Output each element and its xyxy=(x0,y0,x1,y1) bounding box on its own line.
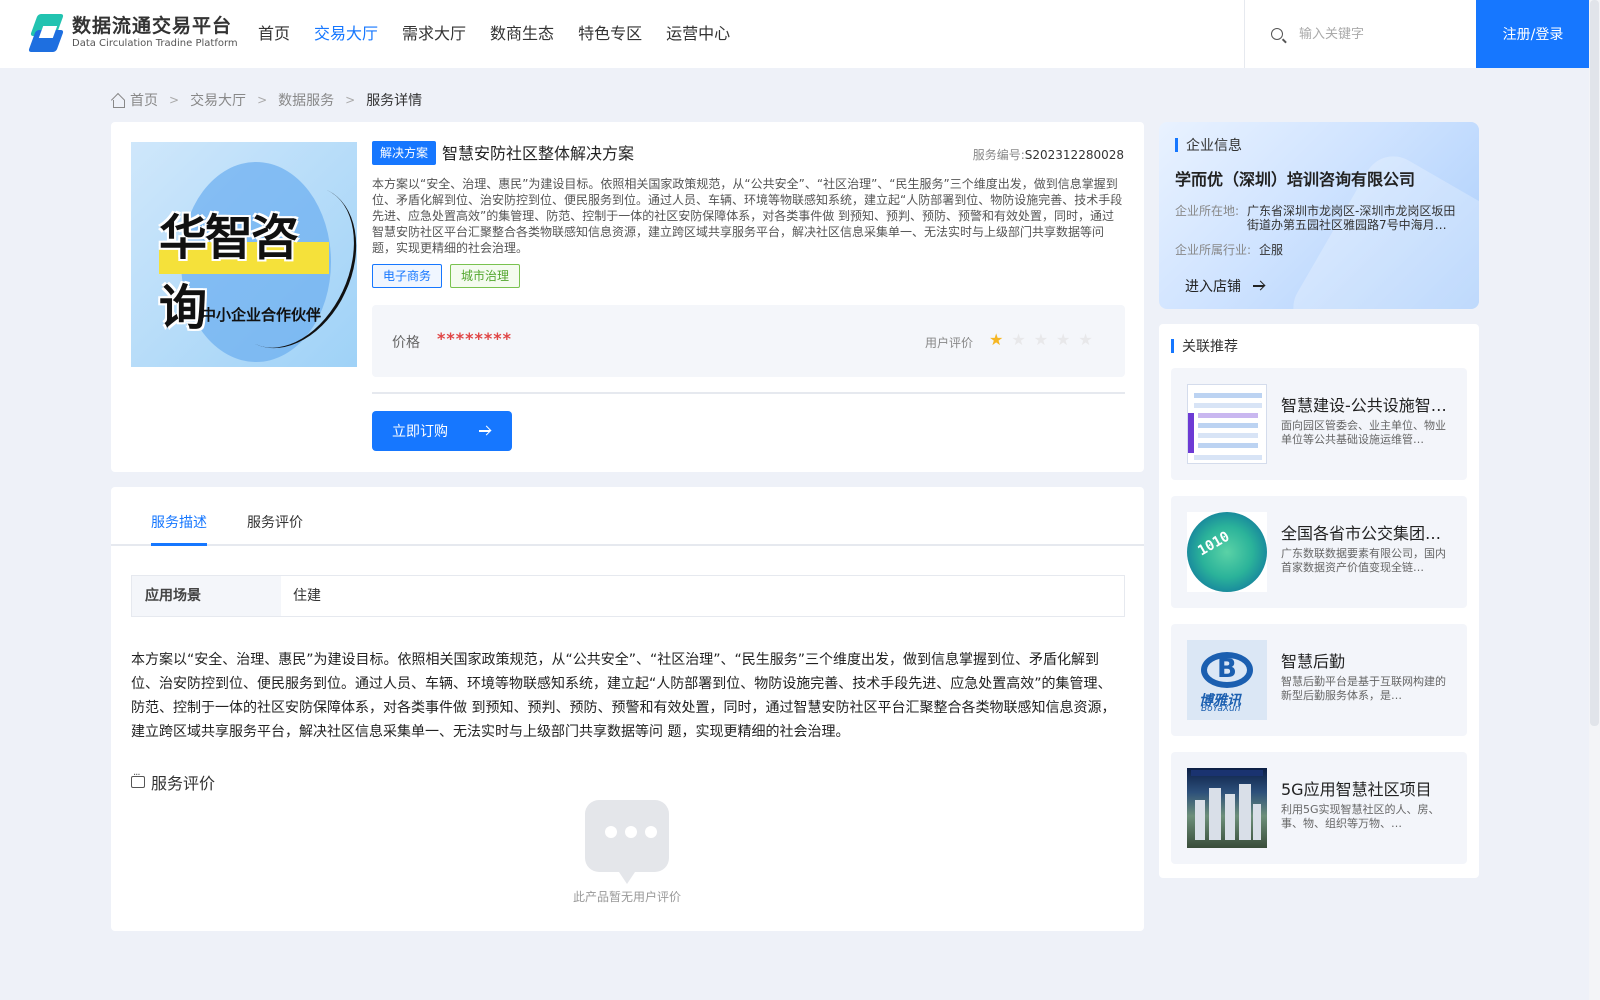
search-icon[interactable] xyxy=(1271,28,1283,40)
company-location-label: 企业所在地: xyxy=(1175,204,1240,218)
active-tab-indicator xyxy=(151,543,207,546)
breadcrumb: 首页 > 交易大厅 > 数据服务 > 服务详情 xyxy=(111,90,422,110)
comment-icon xyxy=(131,770,145,788)
price-value: ******** xyxy=(437,329,512,348)
rating-stars: ★ ★ ★ ★ ★ xyxy=(989,331,1101,349)
nav-item-demand-hall[interactable]: 需求大厅 xyxy=(402,22,466,46)
divider xyxy=(372,392,1125,394)
tag-ecommerce[interactable]: 电子商务 xyxy=(372,264,443,288)
enter-shop-link[interactable]: 进入店铺 xyxy=(1185,276,1264,296)
price-panel: 价格 ******** 用户评价 ★ ★ ★ ★ ★ xyxy=(372,305,1125,377)
star-icon: ★ xyxy=(1011,330,1026,349)
related-recommendations: 关联推荐 智慧建设-公共设施智… 面向园区管委会、业主单位、物业单位等公共基础设… xyxy=(1159,324,1479,878)
star-icon: ★ xyxy=(1033,330,1049,349)
detail-tabs: 服务描述 服务评价 xyxy=(111,487,1144,546)
empty-comment-icon xyxy=(585,800,669,884)
enter-shop-label: 进入店铺 xyxy=(1185,279,1241,295)
company-location-row: 企业所在地: 广东省深圳市龙岗区-深圳市龙岗区坂田街道办第五园社区雅园路7号中海… xyxy=(1175,204,1457,232)
breadcrumb-separator-icon: > xyxy=(257,93,268,107)
logo-title: 数据流通交易平台 xyxy=(72,15,233,37)
service-number: 服务编号:S202312280028 xyxy=(973,146,1124,163)
star-icon: ★ xyxy=(989,330,1004,349)
service-number-label: 服务编号: xyxy=(972,148,1025,162)
breadcrumb-current: 服务详情 xyxy=(366,93,423,109)
breadcrumb-trading-hall[interactable]: 交易大厅 xyxy=(190,90,246,110)
main-nav: 首页 交易大厅 需求大厅 数商生态 特色专区 运营中心 xyxy=(258,22,754,46)
nav-item-home[interactable]: 首页 xyxy=(258,22,290,46)
review-section-title: 服务评价 xyxy=(151,774,216,793)
nav-item-operations[interactable]: 运营中心 xyxy=(666,22,730,46)
price-label: 价格 xyxy=(392,335,420,351)
company-industry-row: 企业所属行业: 企服 xyxy=(1175,243,1469,257)
search-input[interactable] xyxy=(1299,26,1459,42)
product-summary-card: 华智咨询 中小企业合作伙伴 解决方案 智慧安防社区整体解决方案 服务编号:S20… xyxy=(111,122,1144,472)
service-detail-card: 服务描述 服务评价 应用场景 住建 本方案以“安全、治理、惠民”为建设目标。依照… xyxy=(111,487,1144,931)
breadcrumb-data-service[interactable]: 数据服务 xyxy=(278,90,334,110)
order-now-button[interactable]: 立即订购 xyxy=(372,411,512,451)
top-header: 数据流通交易平台 Data Circulation Tradine Platfo… xyxy=(0,0,1590,68)
logo[interactable]: 数据流通交易平台 Data Circulation Tradine Platfo… xyxy=(27,14,238,52)
scrollbar-thumb[interactable] xyxy=(1590,0,1599,726)
product-image-subtitle: 中小企业合作伙伴 xyxy=(201,306,322,324)
product-description: 本方案以“安全、治理、惠民”为建设目标。依照相关国家政策规范，从“公共安全”、“… xyxy=(372,177,1123,255)
product-title: 智慧安防社区整体解决方案 xyxy=(442,144,635,163)
recommend-item-desc: 利用5G实现智慧社区的人、房、事、物、组织等万物、… xyxy=(1281,803,1440,830)
recommend-item-title: 5G应用智慧社区项目 xyxy=(1281,780,1432,799)
recommend-item[interactable]: 5G应用智慧社区项目 利用5G实现智慧社区的人、房、事、物、组织等万物、… xyxy=(1171,752,1467,864)
company-location-value: 广东省深圳市龙岗区-深圳市龙岗区坂田街道办第五园社区雅园路7号中海月朗苑… xyxy=(1247,204,1456,232)
recommend-item[interactable]: B 博雅讯 BoYaXun 智慧后勤 智慧后勤平台是基于互联网构建的新型后勤服务… xyxy=(1171,624,1467,736)
company-info-card: 企业信息 学而优（深圳）培训咨询有限公司 企业所在地: 广东省深圳市龙岗区-深圳… xyxy=(1159,122,1479,309)
rating-label: 用户评价 xyxy=(925,336,974,350)
breadcrumb-separator-icon: > xyxy=(345,93,356,107)
tab-service-description[interactable]: 服务描述 xyxy=(151,512,207,532)
application-scene-row: 应用场景 住建 xyxy=(131,575,1125,617)
star-icon: ★ xyxy=(1056,330,1071,349)
recommend-thumbnail: B 博雅讯 BoYaXun xyxy=(1187,640,1267,720)
logo-icon xyxy=(27,14,66,52)
product-image: 华智咨询 中小企业合作伙伴 xyxy=(131,142,357,367)
recommend-thumbnail xyxy=(1187,768,1267,848)
recommend-thumbnail-en: BoYaXun xyxy=(1201,704,1241,714)
recommend-section-title: 关联推荐 xyxy=(1171,336,1238,356)
tag-city-governance[interactable]: 城市治理 xyxy=(450,264,521,288)
search-box xyxy=(1244,0,1476,68)
breadcrumb-separator-icon: > xyxy=(169,93,180,107)
star-icon: ★ xyxy=(1078,330,1093,349)
recommend-item-title: 智慧后勤 xyxy=(1281,652,1346,671)
service-number-value: S202312280028 xyxy=(1024,148,1124,162)
product-type-badge: 解决方案 xyxy=(372,141,437,165)
arrow-right-icon xyxy=(1253,285,1264,287)
arrow-right-icon xyxy=(479,430,490,432)
nav-item-ecosystem[interactable]: 数商生态 xyxy=(490,22,554,46)
review-section-header: 服务评价 xyxy=(131,770,215,794)
product-tags: 电子商务 城市治理 xyxy=(372,264,528,288)
application-scene-value: 住建 xyxy=(293,588,321,604)
tab-service-reviews[interactable]: 服务评价 xyxy=(247,512,303,532)
login-register-button[interactable]: 注册/登录 xyxy=(1476,0,1590,68)
home-icon xyxy=(111,94,125,108)
recommend-item-desc: 智慧后勤平台是基于互联网构建的新型后勤服务体系，是… xyxy=(1281,675,1446,702)
order-now-label: 立即订购 xyxy=(392,424,448,440)
recommend-thumbnail: 1010 xyxy=(1187,512,1267,592)
page-scrollbar[interactable] xyxy=(1589,0,1600,1000)
recommend-item-desc: 面向园区管委会、业主单位、物业单位等公共基础设施运维管… xyxy=(1281,419,1446,446)
logo-subtitle: Data Circulation Tradine Platform xyxy=(72,38,238,49)
recommend-item-desc: 广东数联数据要素有限公司，国内首家数据资产价值变现全链… xyxy=(1281,547,1446,574)
nav-item-special-zone[interactable]: 特色专区 xyxy=(578,22,642,46)
recommend-thumbnail-letter: B xyxy=(1217,654,1237,684)
empty-review-text: 此产品暂无用户评价 xyxy=(573,890,682,904)
company-industry-value: 企服 xyxy=(1259,243,1284,257)
nav-item-trading-hall[interactable]: 交易大厅 xyxy=(314,22,378,46)
recommend-item[interactable]: 智慧建设-公共设施智… 面向园区管委会、业主单位、物业单位等公共基础设施运维管… xyxy=(1171,368,1467,480)
company-name: 学而优（深圳）培训咨询有限公司 xyxy=(1175,170,1416,189)
recommend-thumbnail xyxy=(1187,384,1267,464)
company-industry-label: 企业所属行业: xyxy=(1175,243,1252,257)
recommend-item-title: 全国各省市公交集团… xyxy=(1281,524,1442,543)
application-scene-label: 应用场景 xyxy=(132,576,281,616)
recommend-item-title: 智慧建设-公共设施智… xyxy=(1281,396,1447,415)
breadcrumb-home[interactable]: 首页 xyxy=(130,90,158,110)
company-section-title: 企业信息 xyxy=(1175,135,1242,155)
recommend-item[interactable]: 1010 全国各省市公交集团… 广东数联数据要素有限公司，国内首家数据资产价值变… xyxy=(1171,496,1467,608)
service-description-text: 本方案以“安全、治理、惠民”为建设目标。依照相关国家政策规范，从“公共安全”、“… xyxy=(131,652,1116,740)
